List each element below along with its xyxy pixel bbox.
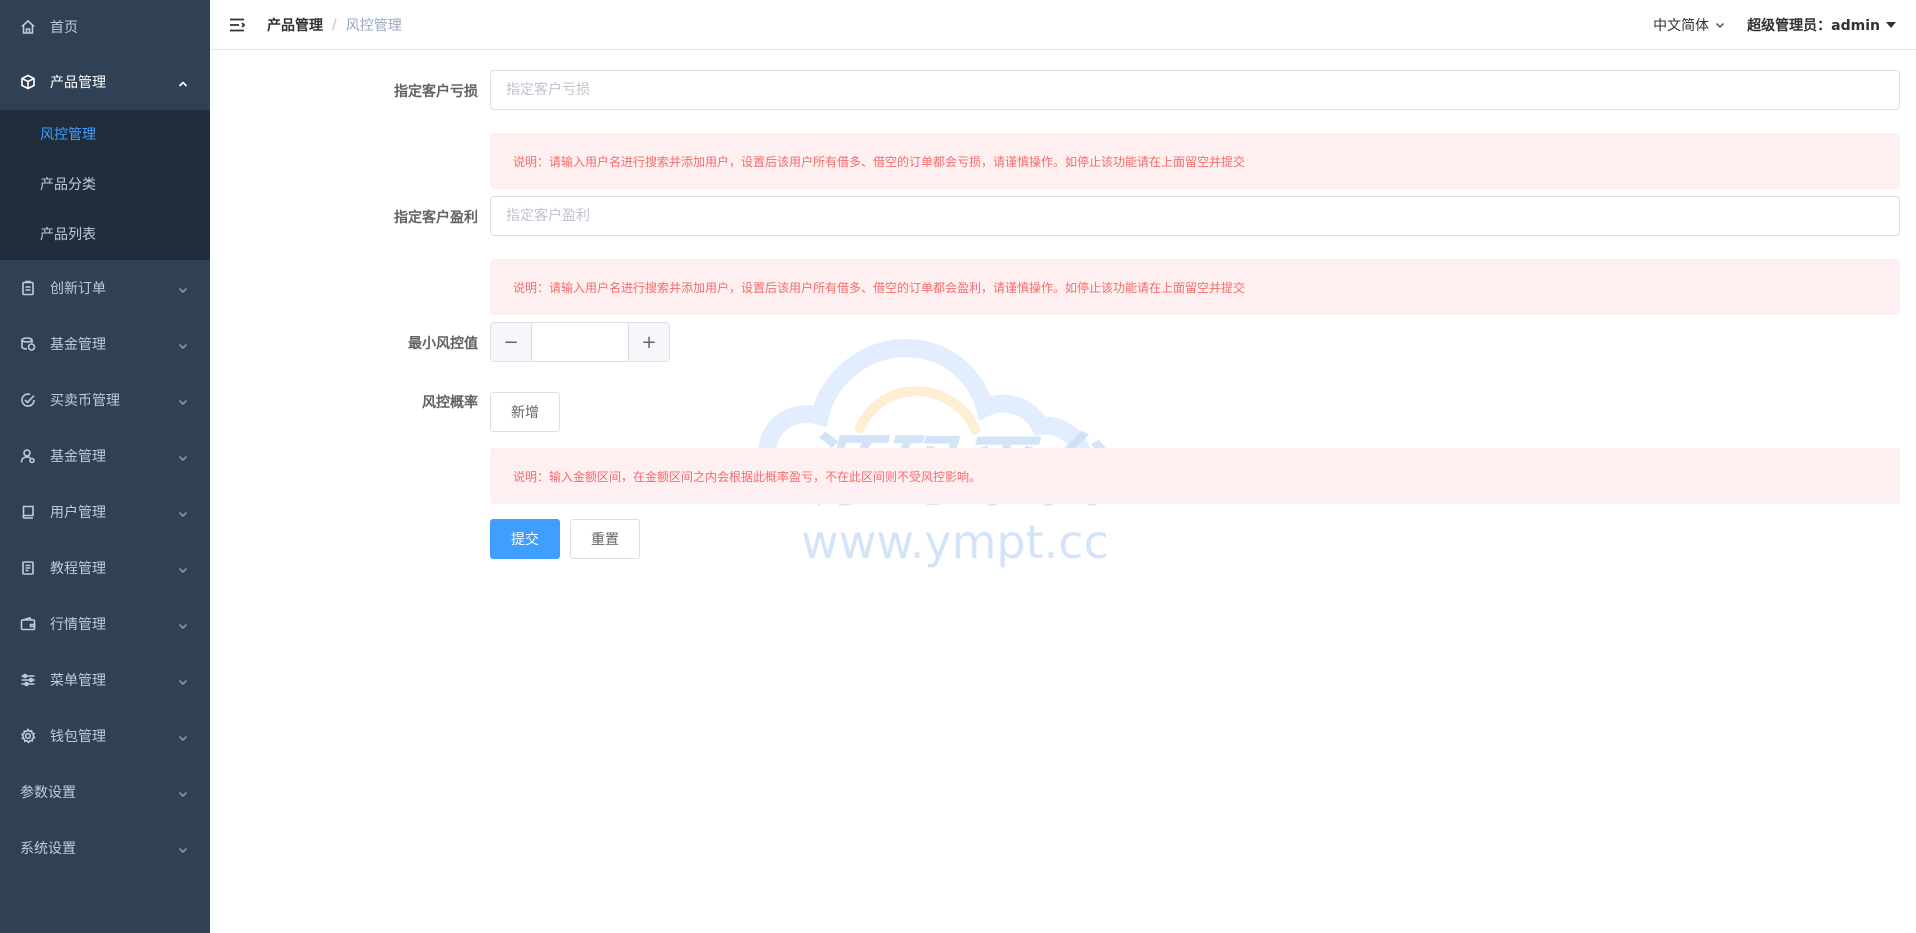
sidebar-item-label: 教程管理 <box>50 561 106 577</box>
user-name: 超级管理员：admin <box>1747 18 1880 34</box>
sidebar-item-label: 买卖币管理 <box>50 393 120 409</box>
sidebar-item-home[interactable]: 首页 <box>0 0 210 54</box>
customer-profit-note: 说明：请输入用户名进行搜索并添加用户，设置后该用户所有借多、借空的订单都会盈利，… <box>490 259 1900 315</box>
user-dropdown[interactable]: 超级管理员：admin <box>1747 15 1896 35</box>
sidebar-item-fund-management-2[interactable]: 基金管理 <box>0 428 210 484</box>
add-range-button[interactable]: 新增 <box>490 392 560 432</box>
main-content: 指定客户亏损 说明：请输入用户名进行搜索并添加用户，设置后该用户所有借多、借空的… <box>210 51 1916 933</box>
sidebar-item-label: 创新订单 <box>50 281 106 297</box>
customer-profit-input[interactable] <box>490 196 1900 236</box>
sidebar-item-label: 钱包管理 <box>50 729 106 745</box>
chevron-down-icon <box>178 563 188 574</box>
sidebar-item-label: 系统设置 <box>20 841 76 857</box>
sidebar-item-innovation-orders[interactable]: 创新订单 <box>0 260 210 316</box>
chevron-down-icon <box>178 675 188 686</box>
risk-probability-note: 说明：输入金额区间，在金额区间之内会根据此概率盈亏，不在此区间则不受风控影响。 <box>490 448 1900 504</box>
cube-icon <box>20 74 36 90</box>
hamburger-icon[interactable] <box>227 15 247 35</box>
sidebar-subitem-product-list[interactable]: 产品列表 <box>0 210 210 260</box>
increment-button[interactable]: + <box>628 323 669 361</box>
wallet-icon <box>20 616 36 632</box>
sidebar-item-label: 菜单管理 <box>50 673 106 689</box>
sidebar-item-coin-trading[interactable]: 买卖币管理 <box>0 372 210 428</box>
language-label: 中文简体 <box>1653 18 1710 34</box>
risk-probability-label: 风控概率 <box>422 395 478 411</box>
customer-profit-label: 指定客户盈利 <box>394 210 478 226</box>
chevron-down-icon <box>178 619 188 630</box>
sidebar-item-system-settings[interactable]: 系统设置 <box>0 820 210 876</box>
home-icon <box>20 19 36 35</box>
chevron-down-icon <box>178 451 188 462</box>
gear-icon <box>20 728 36 744</box>
user-settings-icon <box>20 448 36 464</box>
chevron-down-icon <box>178 283 188 294</box>
sidebar-item-user-management[interactable]: 用户管理 <box>0 484 210 540</box>
customer-loss-note: 说明：请输入用户名进行搜索并添加用户，设置后该用户所有借多、借空的订单都会亏损，… <box>490 133 1900 189</box>
clipboard-icon <box>20 280 36 296</box>
sidebar-item-label: 参数设置 <box>20 785 76 801</box>
min-risk-input[interactable] <box>532 323 628 361</box>
sidebar-subitem-product-category[interactable]: 产品分类 <box>0 160 210 210</box>
submit-button[interactable]: 提交 <box>490 519 560 559</box>
top-navbar: 产品管理 / 风控管理 中文简体 超级管理员：admin <box>210 0 1916 50</box>
chevron-up-icon <box>178 77 188 87</box>
breadcrumb-item-product-management[interactable]: 产品管理 <box>267 15 323 35</box>
sidebar: 首页 产品管理 风控管理 产品分类 产品列表 创新订单 基金管理 买卖币管理 基… <box>0 0 210 933</box>
chevron-down-icon <box>178 395 188 406</box>
decrement-button[interactable]: − <box>491 323 532 361</box>
chevron-down-icon <box>178 843 188 854</box>
check-circle-icon <box>20 392 36 408</box>
notebook-icon <box>20 504 36 520</box>
chevron-down-icon <box>178 731 188 742</box>
min-risk-label: 最小风控值 <box>408 336 478 352</box>
chevron-down-icon <box>178 507 188 518</box>
sidebar-item-label: 基金管理 <box>50 337 106 353</box>
chevron-down-icon <box>1716 22 1725 29</box>
sidebar-item-market-management[interactable]: 行情管理 <box>0 596 210 652</box>
sidebar-item-product-management[interactable]: 产品管理 <box>0 54 210 110</box>
breadcrumb: 产品管理 / 风控管理 <box>267 15 402 35</box>
sidebar-item-fund-management[interactable]: 基金管理 <box>0 316 210 372</box>
sliders-icon <box>20 672 36 688</box>
sidebar-item-label: 产品管理 <box>50 75 106 91</box>
chevron-down-icon <box>178 339 188 350</box>
customer-loss-input[interactable] <box>490 70 1900 110</box>
navbar-right: 中文简体 超级管理员：admin <box>1653 0 1896 50</box>
sidebar-item-label: 基金管理 <box>50 449 106 465</box>
sidebar-item-parameter-settings[interactable]: 参数设置 <box>0 764 210 820</box>
sidebar-item-tutorial-management[interactable]: 教程管理 <box>0 540 210 596</box>
breadcrumb-item-risk-control: 风控管理 <box>345 17 402 34</box>
caret-down-icon <box>1886 22 1896 28</box>
sidebar-item-menu-management[interactable]: 菜单管理 <box>0 652 210 708</box>
document-icon <box>20 560 36 576</box>
sidebar-item-label: 首页 <box>50 20 78 36</box>
sidebar-item-wallet-management[interactable]: 钱包管理 <box>0 708 210 764</box>
product-submenu: 风控管理 产品分类 产品列表 <box>0 110 210 260</box>
breadcrumb-separator: / <box>332 16 337 33</box>
customer-loss-label: 指定客户亏损 <box>394 84 478 100</box>
chevron-down-icon <box>178 787 188 798</box>
coins-icon <box>20 336 36 352</box>
sidebar-subitem-risk-control[interactable]: 风控管理 <box>0 110 210 160</box>
language-selector[interactable]: 中文简体 <box>1653 15 1725 35</box>
min-risk-stepper: − + <box>490 322 670 362</box>
sidebar-item-label: 行情管理 <box>50 617 106 633</box>
reset-button[interactable]: 重置 <box>570 519 640 559</box>
sidebar-item-label: 用户管理 <box>50 505 106 521</box>
